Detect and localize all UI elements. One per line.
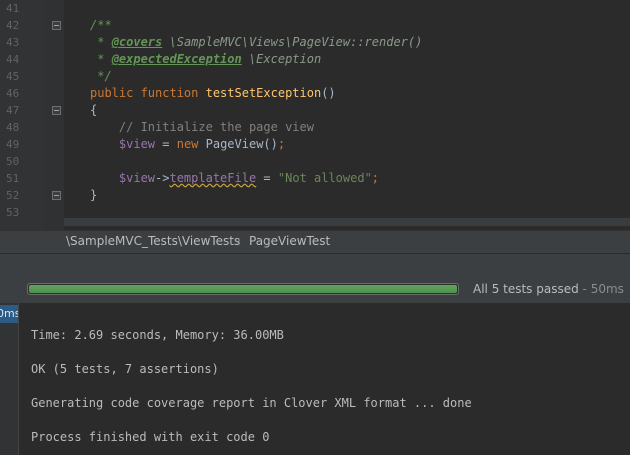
code-line: 44 * @expectedException \Exception (0, 51, 630, 68)
test-status-duration: - 50ms (579, 282, 624, 296)
code-token: /** (90, 18, 112, 32)
code-line: 43 * @covers \SampleMVC\Views\PageView::… (0, 34, 630, 51)
code-line: 46 public function testSetException() (0, 85, 630, 102)
line-number: 44 (6, 53, 20, 66)
code-text: $view = new PageView(); (90, 136, 285, 153)
test-status: All 5 tests passed - 50ms (473, 282, 624, 296)
code-token: public function (90, 86, 206, 100)
code-line: 48 // Initialize the page view (0, 119, 630, 136)
code-text: // Initialize the page view (90, 119, 314, 136)
line-number: 51 (6, 172, 20, 185)
code-token: \Exception (241, 52, 322, 66)
test-progress-fill (29, 285, 457, 293)
code-line: 51 $view->templateFile = "Not allowed"; (0, 170, 630, 187)
code-line: 45 */ (0, 68, 630, 85)
test-status-separator: - (578, 282, 591, 296)
code-text: * @expectedException \Exception (90, 51, 321, 68)
console-output[interactable]: 50ms Time: 2.69 seconds, Memory: 36.00MB… (0, 303, 630, 455)
code-text: * @covers \SampleMVC\Views\PageView::ren… (90, 34, 422, 51)
console-line-time: Time: 2.69 seconds, Memory: 36.00MB (31, 328, 284, 342)
code-token: } (90, 188, 98, 202)
code-token: // Initialize the page view (90, 120, 314, 134)
code-token: * (90, 52, 112, 66)
code-token: $view (90, 137, 156, 151)
line-number: 50 (6, 155, 20, 168)
code-text: } (90, 187, 97, 204)
test-runner-toolbar: All 5 tests passed - 50ms (0, 275, 630, 303)
code-text: public function testSetException() (90, 85, 336, 102)
line-number: 46 (6, 87, 20, 100)
code-text: $view->templateFile = "Not allowed"; (90, 170, 379, 187)
code-text: /** (90, 17, 112, 34)
code-token: testSetException (205, 86, 322, 100)
code-line: 52} (0, 187, 630, 204)
code-token: */ (90, 69, 112, 83)
console-line-coverage: Generating code coverage report in Clove… (31, 396, 472, 410)
test-tree-selected-item[interactable]: 50ms (0, 305, 18, 323)
line-number: 41 (6, 2, 20, 15)
code-token: * (90, 35, 112, 49)
console-line-exit: Process finished with exit code 0 (31, 430, 270, 444)
code-token: -> (155, 171, 170, 185)
test-status-time: 50ms (590, 282, 624, 296)
fold-toggle-icon[interactable] (52, 21, 61, 30)
line-number: 42 (6, 19, 20, 32)
fold-toggle-icon[interactable] (52, 191, 61, 200)
code-token: \SampleMVC\Views\PageView::render() (162, 35, 423, 49)
code-token: templateFile (169, 171, 257, 185)
code-editor[interactable]: 41 42 /** 43 * @covers \SampleMVC\Views\Pag… (0, 0, 630, 230)
code-token: "Not allowed" (277, 171, 372, 185)
editor-horizontal-scrollbar[interactable] (64, 218, 630, 226)
code-token: PageView() (205, 137, 278, 151)
code-token: = (256, 171, 278, 185)
code-token: $view (90, 171, 156, 185)
code-token: @covers (111, 35, 163, 49)
breadcrumb-separator: › (236, 233, 241, 247)
code-line: 42 /** (0, 17, 630, 34)
code-text: { (90, 102, 97, 119)
fold-toggle-icon[interactable] (52, 106, 61, 115)
console-line-result: OK (5 tests, 7 assertions) (31, 362, 219, 376)
breadcrumb-namespace[interactable]: \SampleMVC_Tests\ViewTests (66, 234, 240, 248)
line-number: 49 (6, 138, 20, 151)
line-number: 53 (6, 206, 20, 219)
breadcrumb-class[interactable]: PageViewTest (249, 234, 330, 248)
code-line: 47 { (0, 102, 630, 119)
code-token: @expectedException (111, 52, 242, 66)
tool-window-divider[interactable] (0, 253, 630, 276)
code-line: 50 (0, 153, 630, 170)
line-number: 45 (6, 70, 20, 83)
breadcrumb: \SampleMVC_Tests\ViewTests › PageViewTes… (0, 230, 630, 253)
test-tree-panel: 50ms (0, 303, 19, 455)
code-token: { (90, 103, 98, 117)
code-token: new (176, 137, 206, 151)
test-progress-bar (27, 283, 459, 295)
line-number: 52 (6, 189, 20, 202)
code-line: 41 (0, 0, 630, 17)
test-status-text: All 5 tests passed (473, 282, 579, 296)
code-token: ; (277, 137, 286, 151)
line-number: 43 (6, 36, 20, 49)
code-token: ; (371, 171, 380, 185)
code-text: */ (90, 68, 112, 85)
code-token: = (155, 137, 177, 151)
code-line: 49 $view = new PageView(); (0, 136, 630, 153)
line-number: 47 (6, 104, 20, 117)
line-number: 48 (6, 121, 20, 134)
code-token: () (321, 86, 336, 100)
